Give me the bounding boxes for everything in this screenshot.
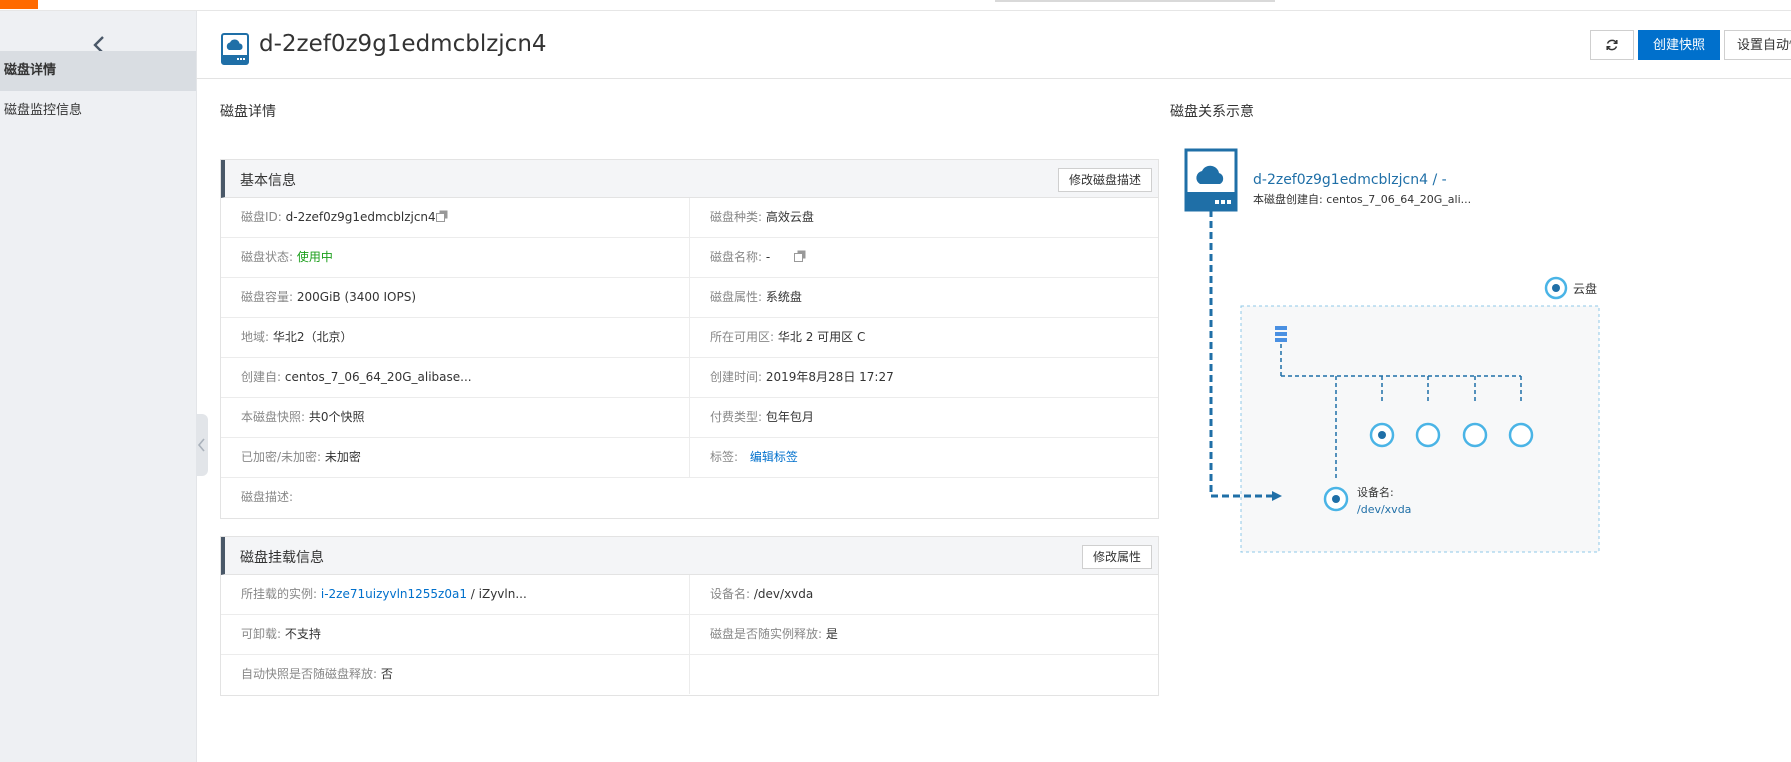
attribute-label: 磁盘属性: xyxy=(710,290,763,304)
billing-label: 付费类型: xyxy=(710,410,763,424)
auto-snapshot-policy-button[interactable]: 设置自动快照策略 xyxy=(1724,30,1791,60)
refresh-icon xyxy=(1606,39,1618,51)
cloud-disk-legend-label: 云盘 xyxy=(1573,281,1597,296)
disk-id-value: d-2zef0z9g1edmcblzjcn4 xyxy=(285,210,436,224)
auto-snapshot-release-label: 自动快照是否随磁盘释放: xyxy=(241,667,378,681)
empty-slot-icon[interactable] xyxy=(1508,422,1534,448)
chevron-left-icon xyxy=(197,438,205,452)
device-label: 设备名: xyxy=(710,587,751,601)
details-heading: 磁盘详情 xyxy=(220,104,276,120)
created-time-value: 2019年8月28日 17:27 xyxy=(765,370,894,384)
region-value: 华北2（北京） xyxy=(272,330,353,344)
copy-icon[interactable] xyxy=(435,210,448,222)
diagram-disk-label[interactable]: d-2zef0z9g1edmcblzjcn4 / - xyxy=(1253,172,1447,188)
capacity-label: 磁盘容量: xyxy=(241,290,294,304)
page-title: d-2zef0z9g1edmcblzjcn4 xyxy=(259,31,547,57)
device-name-label: 设备名: xyxy=(1357,485,1394,499)
sidebar-collapse-handle[interactable] xyxy=(196,414,208,476)
empty-slot-icon[interactable] xyxy=(1462,422,1488,448)
instance-id-link[interactable]: i-2ze71uizyvln1255z0a1 xyxy=(321,587,467,601)
attached-device-icon[interactable] xyxy=(1323,486,1349,512)
disk-icon xyxy=(221,33,249,65)
snapshots-label: 本磁盘快照: xyxy=(241,410,306,424)
zone-label: 所在可用区: xyxy=(710,330,775,344)
empty-slot-icon[interactable] xyxy=(1415,422,1441,448)
top-bar xyxy=(0,0,1791,11)
disk-name-value: - xyxy=(765,250,771,264)
disk-type-value: 高效云盘 xyxy=(765,210,814,224)
table-row: 已加密/未加密: 未加密 标签: 编辑标签 xyxy=(221,438,1158,478)
device-slot-icon[interactable] xyxy=(1369,422,1395,448)
table-row: 自动快照是否随磁盘释放: 否 xyxy=(221,655,1158,695)
mount-info-title: 磁盘挂载信息 xyxy=(240,550,324,566)
capacity-value: 200GiB (3400 IOPS) xyxy=(296,290,417,304)
description-label: 磁盘描述: xyxy=(241,490,294,504)
detachable-label: 可卸载: xyxy=(241,627,282,641)
sidebar: 磁盘详情 磁盘监控信息 xyxy=(0,11,197,762)
release-with-instance-value: 是 xyxy=(825,627,838,641)
table-row: 磁盘ID: d-2zef0z9g1edmcblzjcn4 磁盘种类: 高效云盘 xyxy=(221,198,1158,238)
auto-snapshot-release-value: 否 xyxy=(380,667,393,681)
edit-tags-link[interactable]: 编辑标签 xyxy=(750,450,798,464)
basic-info-panel: 基本信息 修改磁盘描述 磁盘ID: d-2zef0z9g1edmcblzjcn4… xyxy=(220,159,1159,519)
attribute-value: 系统盘 xyxy=(765,290,802,304)
instance-label: 所挂载的实例: xyxy=(241,587,318,601)
top-search-edge[interactable] xyxy=(995,0,1275,2)
disk-block-icon xyxy=(1184,148,1238,212)
disk-name-label: 磁盘名称: xyxy=(710,250,763,264)
status-label: 磁盘状态: xyxy=(241,250,294,264)
created-from-value: centos_7_06_64_20G_alibase... xyxy=(284,370,472,384)
sidebar-item-disk-monitoring[interactable]: 磁盘监控信息 xyxy=(0,91,196,131)
basic-info-title: 基本信息 xyxy=(240,173,296,189)
table-row: 本磁盘快照: 共0个快照 付费类型: 包年包月 xyxy=(221,398,1158,438)
disk-id-label: 磁盘ID: xyxy=(241,210,282,224)
device-name-value: /dev/xvda xyxy=(1357,503,1411,516)
table-row: 磁盘状态: 使用中 磁盘名称: - xyxy=(221,238,1158,278)
snapshots-value: 共0个快照 xyxy=(308,410,365,424)
tags-label: 标签: xyxy=(710,450,739,464)
status-badge: 使用中 xyxy=(296,250,333,264)
device-value: /dev/xvda xyxy=(753,587,814,601)
detachable-value: 不支持 xyxy=(284,627,321,641)
table-row: 地域: 华北2（北京） 所在可用区: 华北 2 可用区 C xyxy=(221,318,1158,358)
table-row: 可卸载: 不支持 磁盘是否随实例释放: 是 xyxy=(221,615,1158,655)
page-header: d-2zef0z9g1edmcblzjcn4 创建快照 设置自动快照策略 xyxy=(196,11,1791,79)
table-row: 磁盘描述: xyxy=(221,478,1158,518)
table-row: 所挂载的实例: i-2ze71uizyvln1255z0a1 / iZyvln.… xyxy=(221,575,1158,615)
server-icon xyxy=(1275,326,1287,342)
disk-relation-diagram: d-2zef0z9g1edmcblzjcn4 / - 本磁盘创建自: cento… xyxy=(1184,148,1600,553)
zone-value: 华北 2 可用区 C xyxy=(777,330,866,344)
create-snapshot-button[interactable]: 创建快照 xyxy=(1638,30,1720,60)
encryption-value: 未加密 xyxy=(324,450,361,464)
instance-name: / iZyvln... xyxy=(466,587,527,601)
release-with-instance-label: 磁盘是否随实例释放: xyxy=(710,627,823,641)
mount-info-panel: 磁盘挂载信息 修改属性 所挂载的实例: i-2ze71uizyvln1255z0… xyxy=(220,536,1159,696)
sidebar-item-disk-details[interactable]: 磁盘详情 xyxy=(0,51,196,91)
created-time-label: 创建时间: xyxy=(710,370,763,384)
basic-info-header: 基本信息 修改磁盘描述 xyxy=(221,160,1158,198)
billing-value: 包年包月 xyxy=(765,410,814,424)
copy-icon[interactable] xyxy=(794,250,806,262)
edit-attributes-button[interactable]: 修改属性 xyxy=(1081,545,1152,569)
region-label: 地域: xyxy=(241,330,270,344)
table-row: 磁盘容量: 200GiB (3400 IOPS) 磁盘属性: 系统盘 xyxy=(221,278,1158,318)
created-from-label: 创建自: xyxy=(241,370,282,384)
encryption-label: 已加密/未加密: xyxy=(241,450,322,464)
table-row: 创建自: centos_7_06_64_20G_alibase... 创建时间:… xyxy=(221,358,1158,398)
brand-logo[interactable] xyxy=(0,0,38,9)
edit-description-button[interactable]: 修改磁盘描述 xyxy=(1057,168,1152,192)
mount-info-header: 磁盘挂载信息 修改属性 xyxy=(221,537,1158,575)
disk-type-label: 磁盘种类: xyxy=(710,210,763,224)
refresh-button[interactable] xyxy=(1590,30,1634,60)
diagram-created-from: 本磁盘创建自: centos_7_06_64_20G_ali... xyxy=(1253,192,1471,206)
